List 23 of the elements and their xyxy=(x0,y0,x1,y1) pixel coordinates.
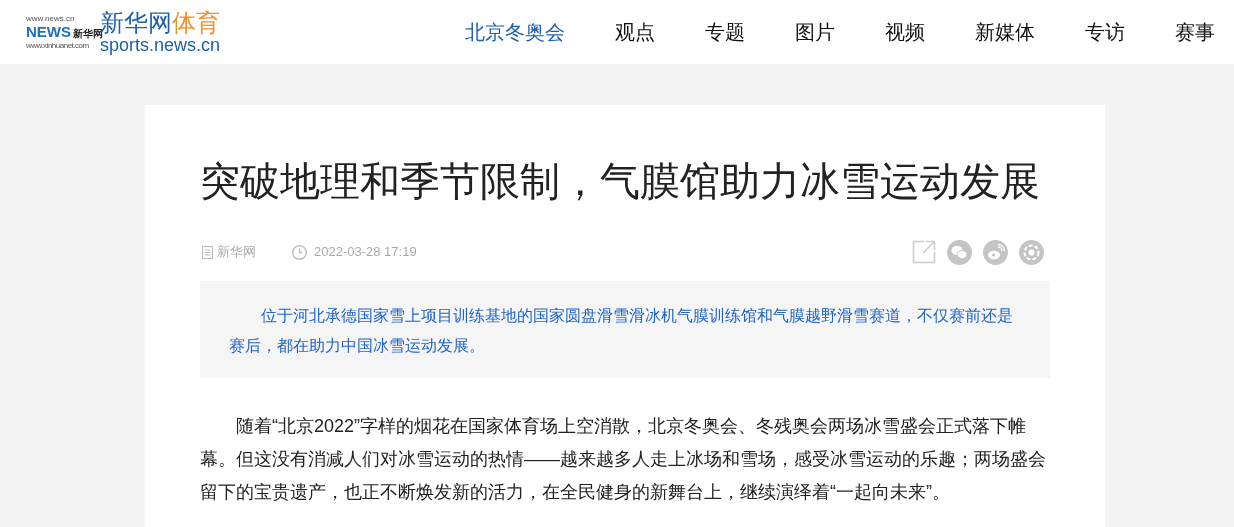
document-icon xyxy=(202,245,213,259)
logo-letters: NEWS xyxy=(26,23,71,41)
nav-link[interactable]: 北京冬奥会 xyxy=(465,17,565,47)
nav-link[interactable]: 观点 xyxy=(615,17,655,47)
nav-link[interactable]: 专题 xyxy=(705,17,745,47)
logo-url: www.news.cn xyxy=(26,14,76,23)
nav-link[interactable]: 赛事 xyxy=(1175,17,1215,47)
nav-link[interactable]: 图片 xyxy=(795,17,835,47)
wechat-icon[interactable] xyxy=(947,239,972,265)
aperture-icon[interactable] xyxy=(1019,239,1044,265)
summary-text: 位于河北承德国家雪上项目训练基地的国家圆盘滑雪滑冰机气膜训练馆和气膜越野滑雪赛道，不仅赛前还是赛后，都在助力中国冰雪运动发展。 xyxy=(229,306,1014,356)
share-icon[interactable] xyxy=(912,240,936,264)
clock-icon xyxy=(292,244,307,260)
article-title: 突破地理和季节限制，气膜馆助力冰雪运动发展 xyxy=(200,158,1041,205)
logo-name: 新华网 xyxy=(73,28,103,39)
nav-link[interactable]: 新媒体 xyxy=(975,17,1035,47)
publish-time: 2022-03-28 17:19 xyxy=(314,243,417,262)
nav-link[interactable]: 视频 xyxy=(885,17,925,47)
logo-url: www.xinhuanet.com xyxy=(26,41,90,50)
weibo-icon[interactable] xyxy=(983,239,1008,265)
nav-link[interactable]: 专访 xyxy=(1085,17,1125,47)
article-paragraph: 随着“北京2022”字样的烟花在国家体育场上空消散，北京冬奥会、冬残奥会两场冰雪盛会正式落下帷幕。但这没有消减人们对冰雪运动的热情——越来越多人走上冰场和雪场，感受冰雪运动的乐趣；两场盛会留下的宝贵遗产，也正不断焕发新的活力，在全民健身的新舞台上，继续演绎着“一起向未来”。 xyxy=(200,415,1047,504)
article-source: 新华网 xyxy=(217,243,256,262)
